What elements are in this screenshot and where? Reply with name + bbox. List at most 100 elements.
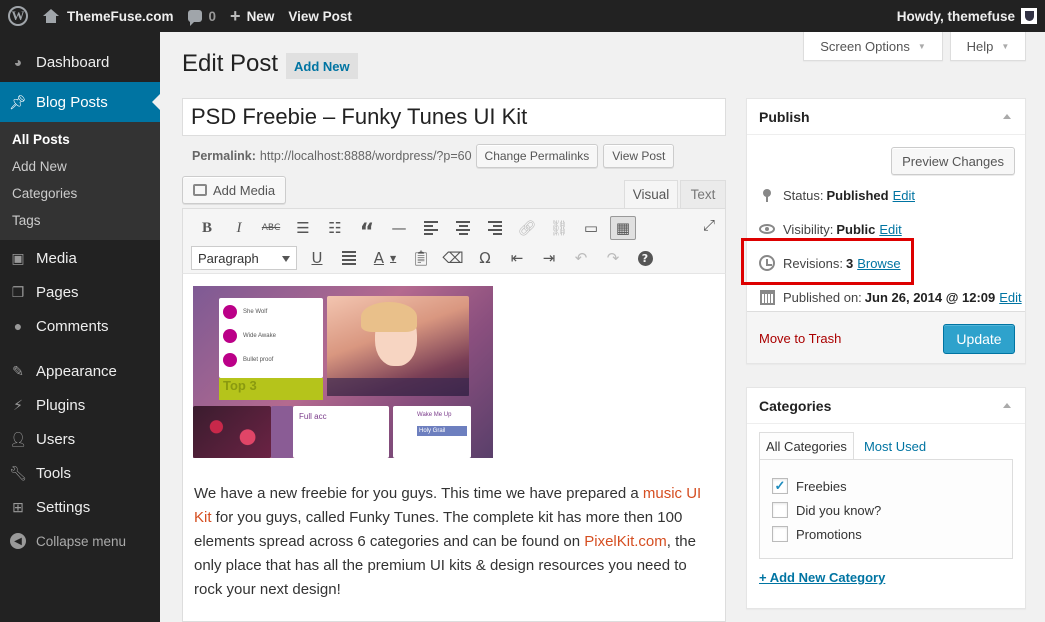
- menu-pages[interactable]: ❐ Pages: [0, 275, 160, 309]
- text-color-icon[interactable]: A ▼: [365, 244, 405, 272]
- add-new-category-link[interactable]: + Add New Category: [759, 570, 885, 585]
- comments-link[interactable]: 0: [181, 0, 224, 32]
- collapse-toggle-icon[interactable]: [1003, 403, 1011, 408]
- revisions-highlight-box: [741, 238, 914, 285]
- edit-date-link[interactable]: Edit: [999, 290, 1021, 305]
- checkbox[interactable]: [772, 526, 788, 542]
- menu-media[interactable]: ▣ Media: [0, 241, 160, 275]
- post-title-input[interactable]: PSD Freebie – Funky Tunes UI Kit: [182, 98, 726, 136]
- menu-dashboard[interactable]: ◕ Dashboard: [0, 45, 160, 79]
- category-freebies[interactable]: ✓ Freebies: [772, 478, 847, 494]
- side-menu-thumb: [271, 406, 293, 458]
- collapse-arrow-icon: ◀: [10, 533, 26, 549]
- category-did-you-know[interactable]: Did you know?: [772, 502, 881, 518]
- tracklist-card: Wake Me Up Holy Grail: [393, 406, 471, 458]
- submenu-categories[interactable]: Categories: [0, 180, 160, 207]
- edit-visibility-link[interactable]: Edit: [879, 222, 901, 237]
- collapse-menu-button[interactable]: ◀ Collapse menu: [0, 524, 160, 558]
- checkbox[interactable]: [772, 502, 788, 518]
- menu-comments[interactable]: ● Comments: [0, 309, 160, 343]
- read-more-icon[interactable]: ▭: [575, 214, 607, 242]
- align-right-icon[interactable]: [479, 214, 511, 242]
- add-media-button[interactable]: Add Media: [182, 176, 287, 204]
- permalink-row: Permalink: http://localhost:8888/wordpre…: [192, 144, 675, 168]
- pixelkit-link[interactable]: PixelKit.com: [584, 533, 667, 550]
- category-checklist: ✓ Freebies Did you know? Promotions: [759, 459, 1013, 559]
- collapse-toggle-icon[interactable]: [1003, 114, 1011, 119]
- post-image-funky-tunes[interactable]: She Wolf Wide Awake Bullet proof Top 3 F…: [193, 286, 493, 458]
- submenu-add-new[interactable]: Add New: [0, 153, 160, 180]
- screen-options-button[interactable]: Screen Options ▼: [803, 32, 943, 61]
- avatar[interactable]: [1021, 8, 1037, 24]
- horizontal-rule-icon[interactable]: —: [383, 214, 415, 242]
- wrench-icon: 🔧︎: [9, 464, 27, 481]
- menu-tools[interactable]: 🔧︎ Tools: [0, 456, 160, 490]
- blockquote-icon[interactable]: “: [351, 214, 383, 245]
- eye-icon: [759, 224, 775, 234]
- clear-formatting-icon[interactable]: ⌫: [437, 244, 469, 272]
- justify-icon[interactable]: [333, 244, 365, 272]
- view-post-button[interactable]: View Post: [603, 144, 675, 168]
- move-to-trash-link[interactable]: Move to Trash: [759, 331, 841, 346]
- full-access-card: Full acc: [293, 406, 389, 458]
- media-icon: [193, 184, 207, 196]
- bold-icon[interactable]: B: [191, 214, 223, 242]
- categories-box-header[interactable]: Categories: [747, 388, 1025, 424]
- fullscreen-icon[interactable]: ⤢: [703, 217, 715, 234]
- menu-settings[interactable]: ⊞ Settings: [0, 490, 160, 524]
- post-body-text: We have a new freebie for you guys. This…: [194, 485, 702, 598]
- remove-link-icon[interactable]: ⛓︎: [543, 214, 575, 242]
- category-tabs: All Categories Most Used: [759, 432, 932, 460]
- submenu-all-posts[interactable]: All Posts: [0, 126, 160, 153]
- preview-changes-button[interactable]: Preview Changes: [891, 147, 1015, 175]
- menu-blog-posts[interactable]: 📌︎ Blog Posts: [0, 82, 160, 122]
- strikethrough-icon[interactable]: ABC: [255, 214, 287, 242]
- dashboard-icon: ◕: [13, 54, 23, 70]
- site-name-link[interactable]: ThemeFuse.com: [36, 0, 181, 32]
- tab-text[interactable]: Text: [680, 180, 726, 208]
- page-title: Edit Post: [182, 50, 279, 77]
- tab-all-categories[interactable]: All Categories: [759, 432, 854, 460]
- add-new-button[interactable]: Add New: [286, 53, 358, 79]
- tab-visual[interactable]: Visual: [624, 180, 678, 208]
- editor-toolbar: B I ABC ☰ ☷ “ — 🔗︎ ⛓︎ ▭ ▦ ⤢ Paragraph U …: [182, 208, 726, 274]
- calendar-icon: [759, 289, 775, 305]
- category-promotions[interactable]: Promotions: [772, 526, 862, 542]
- outdent-icon[interactable]: ⇤: [501, 244, 533, 272]
- special-character-icon[interactable]: Ω: [469, 244, 501, 272]
- help-button[interactable]: Help ▼: [950, 32, 1026, 61]
- change-permalinks-button[interactable]: Change Permalinks: [475, 144, 599, 168]
- wordpress-logo-icon[interactable]: W: [0, 0, 36, 32]
- help-icon[interactable]: ?: [629, 244, 661, 272]
- checkbox-checked[interactable]: ✓: [772, 478, 788, 494]
- menu-appearance[interactable]: ✎ Appearance: [0, 354, 160, 388]
- posts-submenu: All Posts Add New Categories Tags: [0, 122, 160, 240]
- align-center-icon[interactable]: [447, 214, 479, 242]
- align-left-icon[interactable]: [415, 214, 447, 242]
- playlist-card: She Wolf Wide Awake Bullet proof: [219, 298, 323, 378]
- undo-icon[interactable]: ↶: [565, 244, 597, 272]
- toolbar-toggle-icon[interactable]: ▦: [610, 216, 636, 240]
- publish-box-header[interactable]: Publish: [747, 99, 1025, 135]
- update-button[interactable]: Update: [943, 324, 1015, 354]
- numbered-list-icon[interactable]: ☷: [319, 214, 351, 242]
- insert-link-icon[interactable]: 🔗︎: [511, 214, 543, 242]
- users-icon: 👤︎: [9, 430, 27, 447]
- account-link[interactable]: Howdy, themefuse: [897, 0, 1015, 32]
- editor-content-area[interactable]: She Wolf Wide Awake Bullet proof Top 3 F…: [182, 274, 726, 622]
- underline-icon[interactable]: U: [301, 244, 333, 272]
- edit-status-link[interactable]: Edit: [893, 188, 915, 203]
- paste-text-icon[interactable]: 📋︎: [405, 244, 437, 272]
- format-select[interactable]: Paragraph: [191, 246, 297, 270]
- italic-icon[interactable]: I: [223, 214, 255, 242]
- tab-most-used[interactable]: Most Used: [858, 432, 932, 460]
- menu-plugins[interactable]: ⚡︎ Plugins: [0, 388, 160, 422]
- redo-icon[interactable]: ↷: [597, 244, 629, 272]
- indent-icon[interactable]: ⇥: [533, 244, 565, 272]
- new-content-link[interactable]: + New: [223, 0, 281, 32]
- bullet-list-icon[interactable]: ☰: [287, 214, 319, 242]
- menu-users[interactable]: 👤︎ Users: [0, 422, 160, 456]
- view-post-link[interactable]: View Post: [281, 0, 359, 32]
- flowers-thumb: [193, 406, 271, 458]
- submenu-tags[interactable]: Tags: [0, 207, 160, 234]
